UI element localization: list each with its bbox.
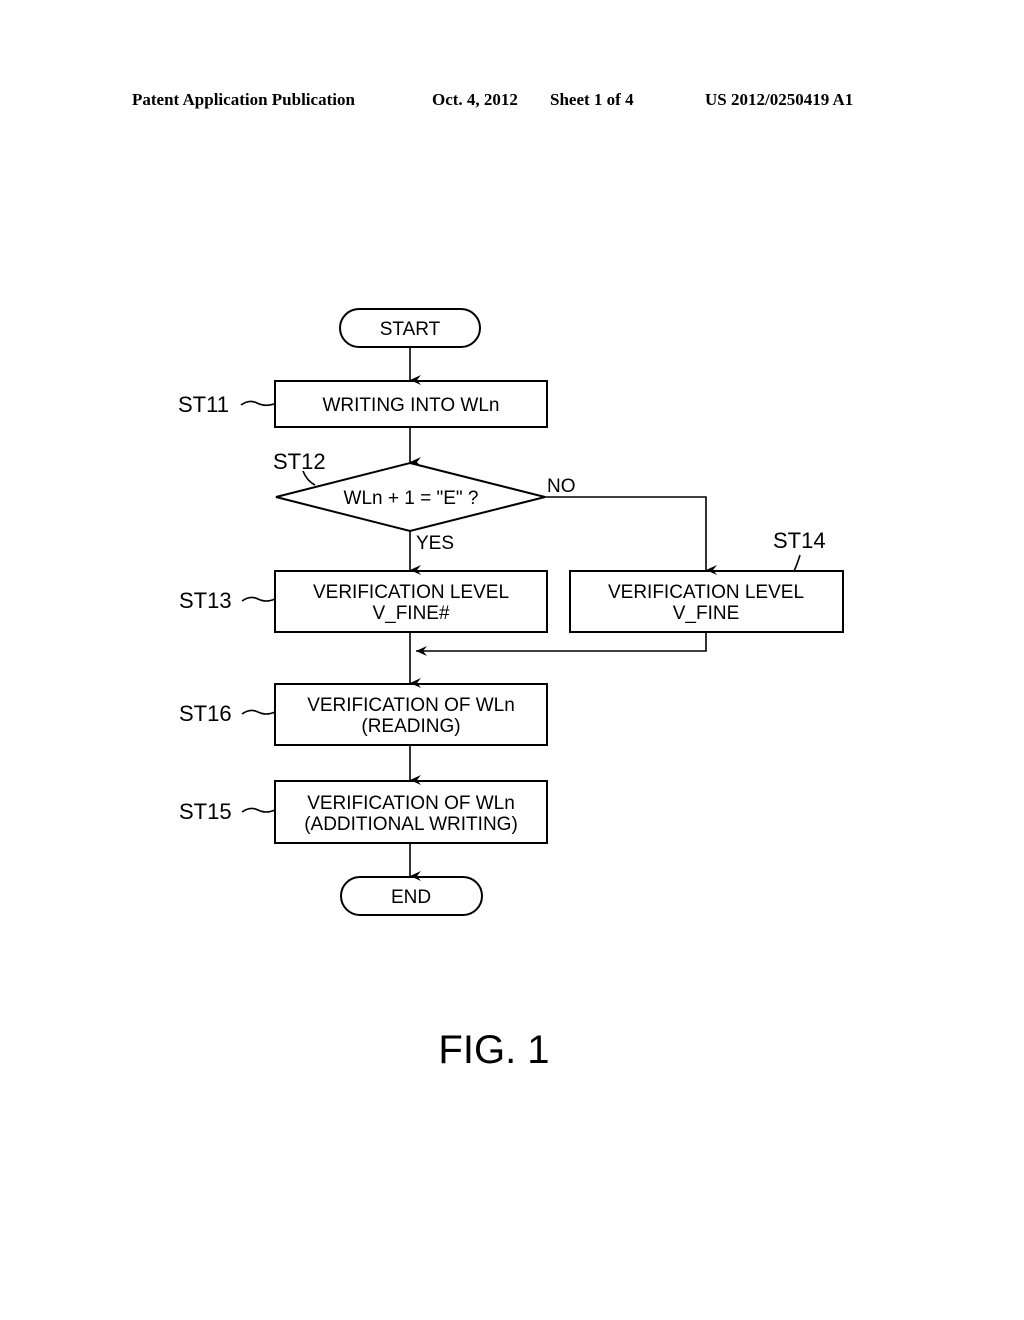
st15-text-line1: VERIFICATION OF WLn: [307, 793, 515, 814]
flowchart: START WRITING INTO WLn WLn + 1 = "E" ? V…: [178, 308, 844, 916]
st15-text-line2: (ADDITIONAL WRITING): [304, 814, 518, 835]
st13-text-line2: V_FINE#: [372, 603, 450, 624]
st13-text-line1: VERIFICATION LEVEL: [313, 582, 509, 603]
arrow-st14-merge: [416, 632, 707, 656]
figure-caption-text: FIG. 1: [438, 1028, 550, 1072]
st16-text-line2: (READING): [361, 716, 460, 737]
st11-leader: [240, 400, 275, 407]
st16-text-line1: VERIFICATION OF WLn: [307, 695, 515, 716]
figure-caption: FIG. 1: [0, 1028, 1024, 1073]
st15-leader: [241, 807, 276, 813]
start-label: START: [380, 319, 441, 340]
yes-branch-label: YES: [416, 533, 454, 554]
st14-ref-label: ST14: [773, 528, 826, 553]
st12-ref-label: ST12: [273, 449, 326, 474]
arrow-st12-no-to-st14: [545, 496, 717, 575]
st15-ref-label: ST15: [179, 799, 232, 824]
st14-text-line2: V_FINE: [673, 603, 740, 624]
no-branch-label: NO: [547, 476, 576, 497]
st14-leader: [793, 554, 801, 572]
st13-ref-label: ST13: [179, 588, 232, 613]
st16-leader: [241, 709, 276, 715]
st11-ref-label: ST11: [178, 392, 229, 417]
st12-condition: WLn + 1 = "E" ?: [344, 488, 479, 509]
st16-ref-label: ST16: [179, 701, 232, 726]
st14-text-line1: VERIFICATION LEVEL: [608, 582, 804, 603]
end-label: END: [391, 887, 431, 908]
st13-leader: [241, 596, 276, 602]
st11-text: WRITING INTO WLn: [323, 395, 500, 416]
